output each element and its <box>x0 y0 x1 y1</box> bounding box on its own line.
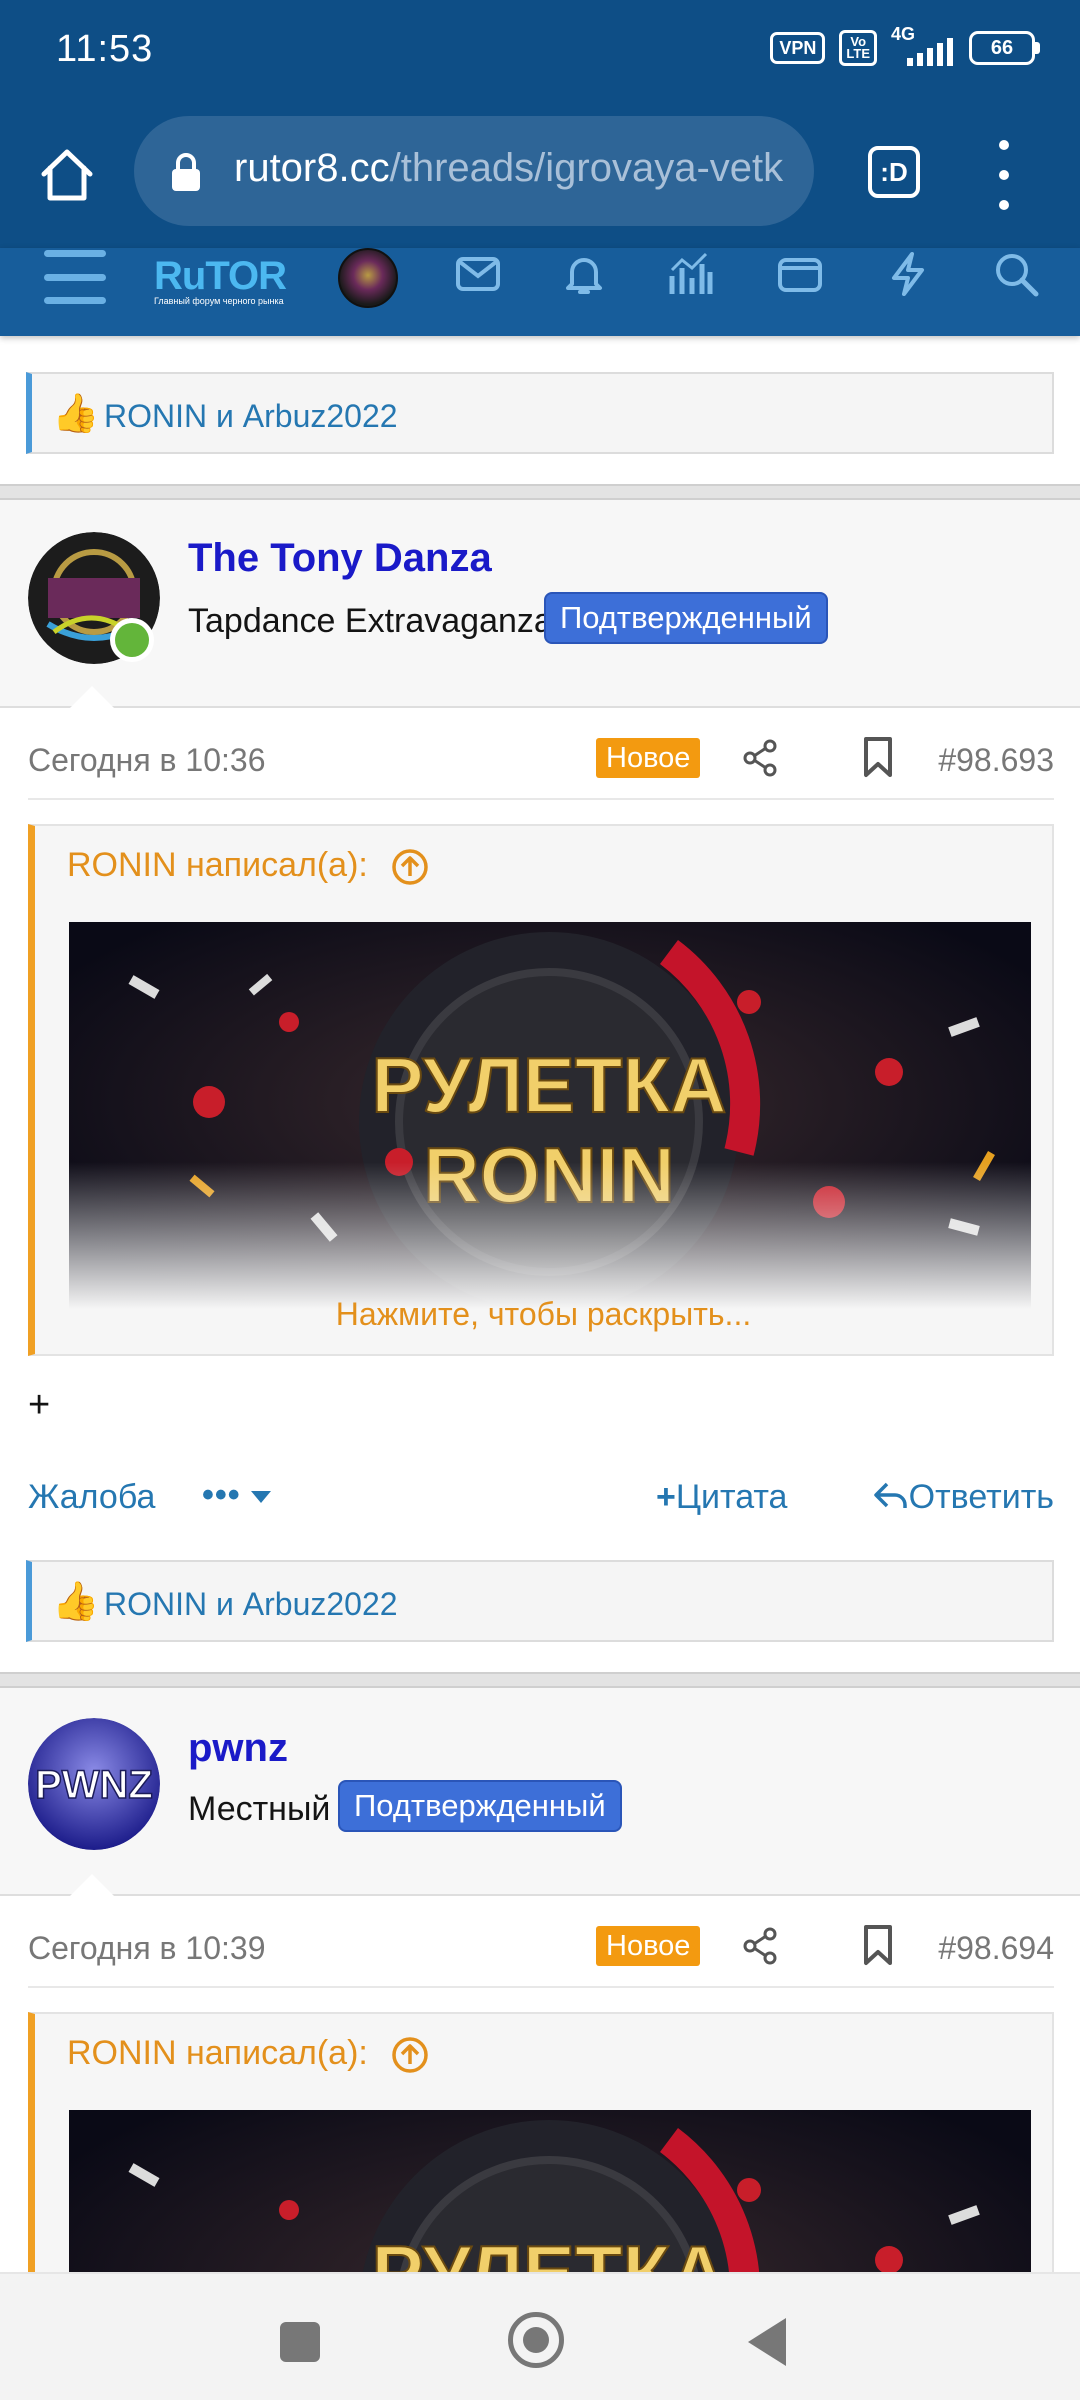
url-text[interactable]: rutor8.cc/threads/igrovaya-vetk <box>234 146 783 191</box>
share-icon[interactable] <box>740 1926 780 1966</box>
signal-icon: 4G <box>891 24 955 66</box>
report-link[interactable]: Жалоба <box>28 1478 155 1517</box>
quote-button[interactable]: +Цитата <box>656 1478 787 1517</box>
browser-toolbar: rutor8.cc/threads/igrovaya-vetk :D <box>0 100 1080 248</box>
wallet-icon[interactable] <box>776 250 824 298</box>
post-user-block: The Tony Danza Tapdance Extravaganza Под… <box>0 500 1080 708</box>
post-notch <box>68 686 116 710</box>
url-host: rutor8.cc <box>234 146 390 190</box>
volte-icon: Vo LTE <box>839 30 877 66</box>
lock-icon <box>172 153 200 191</box>
site-logo[interactable]: RuTOR Главный форум черного рынка <box>154 254 314 314</box>
overflow-menu-icon[interactable] <box>992 140 1016 210</box>
page: 11:53 VPN Vo LTE 4G 66 rutor8.cc/threads… <box>0 0 1080 2400</box>
address-bar[interactable]: rutor8.cc/threads/igrovaya-vetk <box>134 116 814 226</box>
more-label: ••• <box>202 1476 241 1514</box>
post-date[interactable]: Сегодня в 10:36 <box>28 742 266 779</box>
quote-block: RONIN написал(а): РУЛЕТКА <box>28 824 1054 1356</box>
reaction-names[interactable]: RONIN и Arbuz2022 <box>104 398 398 435</box>
post-divider <box>0 1672 1080 1688</box>
reaction-bar[interactable]: 👍 RONIN и Arbuz2022 <box>26 372 1054 454</box>
home-icon[interactable] <box>36 144 98 206</box>
thumbs-up-icon: 👍 <box>52 1581 100 1623</box>
chart-icon[interactable] <box>666 250 714 298</box>
reply-icon <box>873 1482 907 1508</box>
status-bar: 11:53 VPN Vo LTE 4G 66 <box>0 0 1080 100</box>
post-number[interactable]: #98.694 <box>938 1930 1054 1967</box>
post-meta: Сегодня в 10:36 Новое #98.693 <box>28 724 1054 800</box>
reply-label: Ответить <box>908 1478 1054 1516</box>
forum-navbar: RuTOR Главный форум черного рынка <box>0 248 1080 336</box>
user-title: Tapdance Extravaganza <box>188 602 553 640</box>
post-divider <box>0 484 1080 500</box>
reaction-bar[interactable]: 👍 RONIN и Arbuz2022 <box>26 1560 1054 1642</box>
user-title: Местный <box>188 1790 331 1828</box>
mail-icon[interactable] <box>454 250 502 298</box>
quote-block: RONIN написал(а): РУЛЕТКА <box>28 2012 1054 2312</box>
recents-button[interactable] <box>280 2322 320 2362</box>
url-path: /threads/igrovaya-vetk <box>389 146 784 190</box>
online-status-icon <box>110 618 154 662</box>
account-avatar[interactable] <box>338 248 398 308</box>
status-icons: VPN Vo LTE 4G 66 <box>770 24 1040 66</box>
post-meta: Сегодня в 10:39 Новое #98.694 <box>28 1912 1054 1988</box>
arrow-up-circle-icon[interactable] <box>391 848 429 886</box>
quote-image[interactable]: РУЛЕТКА RONIN <box>69 922 1031 1322</box>
quote-label: Цитата <box>675 1478 788 1516</box>
expand-link[interactable]: Нажмите, чтобы раскрыть... <box>35 1296 1052 1333</box>
logo-subtitle: Главный форум черного рынка <box>154 296 284 306</box>
menu-icon[interactable] <box>44 250 106 304</box>
volte-bottom: LTE <box>846 46 870 61</box>
tabs-button[interactable]: :D <box>868 146 920 198</box>
share-icon[interactable] <box>740 738 780 778</box>
thumbs-up-icon: 👍 <box>52 393 100 435</box>
reaction-names[interactable]: RONIN и Arbuz2022 <box>104 1586 398 1623</box>
new-tag: Новое <box>596 738 701 778</box>
verified-badge: Подтвержденный <box>544 592 828 644</box>
bell-icon[interactable] <box>560 250 608 298</box>
post-number[interactable]: #98.693 <box>938 742 1054 779</box>
vpn-icon: VPN <box>770 32 826 64</box>
more-options-button[interactable]: ••• <box>202 1476 272 1515</box>
reply-button[interactable]: Ответить <box>873 1478 1054 1517</box>
verified-badge: Подтвержденный <box>338 1780 622 1832</box>
search-icon[interactable] <box>992 250 1040 298</box>
battery-level: 66 <box>969 31 1035 65</box>
bookmark-icon[interactable] <box>860 1924 896 1966</box>
banner-line1: РУЛЕТКА <box>372 1041 727 1129</box>
plus-icon: + <box>656 1478 676 1516</box>
quote-author[interactable]: RONIN написал(а): <box>67 846 368 885</box>
avatar-text: PWNZ <box>35 1763 153 1807</box>
battery-icon: 66 <box>969 31 1040 65</box>
chevron-down-icon <box>251 1491 272 1504</box>
back-button[interactable] <box>748 2318 786 2366</box>
quote-author[interactable]: RONIN написал(а): <box>67 2034 368 2073</box>
system-navigation-bar <box>0 2272 1080 2400</box>
status-time: 11:53 <box>56 28 154 70</box>
post-body: + <box>28 1384 51 1426</box>
post-user-block: PWNZ pwnz Местный Подтвержденный <box>0 1688 1080 1896</box>
bookmark-icon[interactable] <box>860 736 896 778</box>
username[interactable]: pwnz <box>188 1726 288 1771</box>
arrow-up-circle-icon[interactable] <box>391 2036 429 2074</box>
home-button[interactable] <box>508 2312 564 2368</box>
new-tag: Новое <box>596 1926 701 1966</box>
username[interactable]: The Tony Danza <box>188 536 492 581</box>
logo-main: RuTOR <box>154 254 287 298</box>
post-actions: Жалоба ••• +Цитата Ответить <box>28 1470 1054 1530</box>
post-notch <box>68 1874 116 1898</box>
user-avatar[interactable]: PWNZ <box>28 1718 160 1850</box>
post-date[interactable]: Сегодня в 10:39 <box>28 1930 266 1967</box>
lightning-icon[interactable] <box>884 250 932 298</box>
